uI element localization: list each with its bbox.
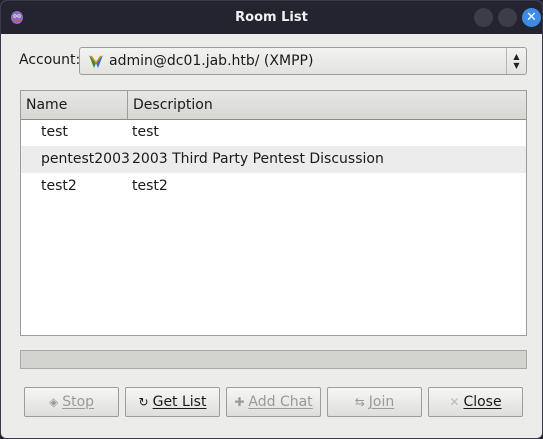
account-label: Account: bbox=[19, 52, 81, 68]
close-icon: ✕ bbox=[526, 10, 537, 25]
room-description-cell: test2 bbox=[132, 178, 168, 194]
join-button[interactable]: ⇆ Join bbox=[327, 387, 422, 417]
stop-button[interactable]: ◈ Stop bbox=[24, 387, 119, 417]
stop-icon: ◈ bbox=[48, 395, 59, 409]
add-icon: ✚ bbox=[234, 395, 245, 409]
minimize-button[interactable] bbox=[474, 8, 493, 27]
room-list-window: Room List ✕ Account: admin@dc01.jab.htb/… bbox=[0, 0, 543, 439]
join-icon: ⇆ bbox=[354, 395, 365, 409]
table-row[interactable]: test test bbox=[21, 119, 526, 146]
window-close-button[interactable]: ✕ bbox=[522, 8, 541, 27]
add-chat-button[interactable]: ✚ Add Chat bbox=[226, 387, 321, 417]
title-bar[interactable]: Room List ✕ bbox=[1, 1, 542, 34]
progress-bar bbox=[20, 350, 527, 369]
account-dropdown[interactable]: admin@dc01.jab.htb/ (XMPP) ▲ ▼ bbox=[79, 47, 527, 75]
window-title: Room List bbox=[235, 10, 308, 25]
get-list-button[interactable]: ↻ Get List bbox=[125, 387, 220, 417]
room-list-table[interactable]: Name Description test test pentest2003 2… bbox=[20, 90, 527, 336]
room-description-cell: test bbox=[132, 124, 159, 140]
table-header: Name Description bbox=[21, 91, 526, 120]
room-description-cell: 2003 Third Party Pentest Discussion bbox=[132, 151, 384, 167]
xmpp-protocol-icon bbox=[89, 55, 103, 68]
refresh-icon: ↻ bbox=[138, 395, 149, 409]
close-icon: ✕ bbox=[449, 395, 460, 409]
close-button[interactable]: ✕ Close bbox=[428, 387, 523, 417]
table-row[interactable]: test2 test2 bbox=[21, 173, 526, 200]
column-header-description[interactable]: Description bbox=[128, 91, 526, 119]
room-name-cell: test bbox=[41, 124, 68, 140]
room-name-cell: test2 bbox=[41, 178, 77, 194]
account-value: admin@dc01.jab.htb/ (XMPP) bbox=[109, 53, 314, 69]
room-name-cell: pentest2003 bbox=[41, 151, 130, 167]
table-row[interactable]: pentest2003 2003 Third Party Pentest Dis… bbox=[21, 146, 526, 173]
dropdown-arrows-icon: ▲ ▼ bbox=[506, 48, 526, 74]
column-header-name[interactable]: Name bbox=[21, 91, 128, 119]
maximize-button[interactable] bbox=[498, 8, 517, 27]
